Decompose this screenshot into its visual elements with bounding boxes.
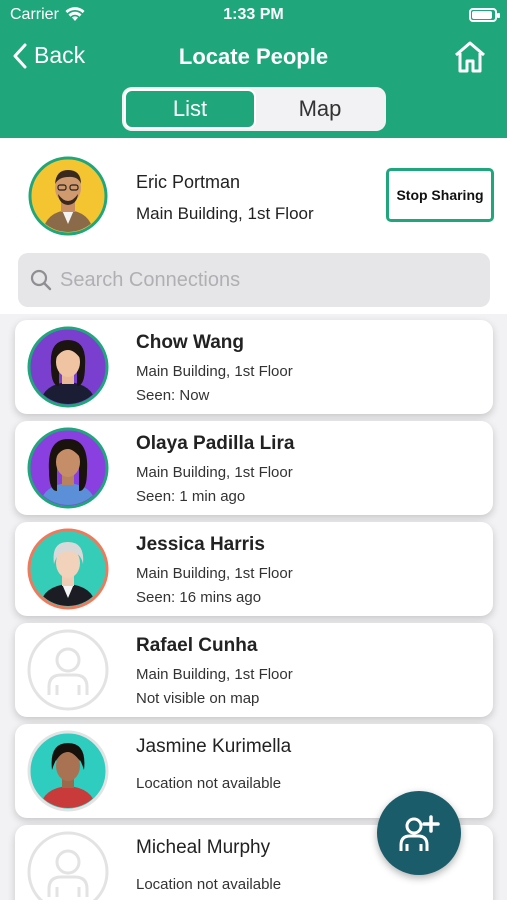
my-name: Eric Portman (136, 172, 241, 192)
search-input[interactable] (60, 268, 460, 292)
connection-name: Olaya Padilla Lira (136, 433, 295, 454)
connection-name: Chow Wang (136, 332, 244, 353)
connection-card[interactable]: Olaya Padilla Lira Main Building, 1st Fl… (15, 421, 493, 515)
status-bar: Carrier 1:33 PM (10, 4, 500, 28)
connection-location: Location not available (136, 775, 282, 792)
tab-list[interactable]: List (124, 89, 256, 129)
view-segmented-control: List Map (122, 87, 386, 131)
avatar (27, 730, 109, 812)
page-title: Locate People (178, 44, 329, 69)
home-icon (455, 41, 485, 73)
nav-bar: Back Locate People (0, 38, 507, 78)
avatar (27, 427, 109, 509)
placeholder-avatar-icon (27, 831, 109, 900)
add-person-icon (399, 815, 440, 851)
home-button[interactable] (453, 40, 487, 79)
battery-icon (469, 8, 500, 22)
tab-map[interactable]: Map (256, 89, 384, 129)
connection-seen: Seen: 16 mins ago (136, 589, 262, 606)
placeholder-avatar-icon (27, 629, 109, 711)
connection-name: Jessica Harris (136, 534, 265, 555)
add-connection-button[interactable] (377, 791, 461, 875)
connection-seen: Seen: 1 min ago (136, 488, 246, 505)
connection-name: Micheal Murphy (136, 837, 271, 858)
app-header: Carrier 1:33 PM Back Locate People List (0, 0, 507, 138)
search-icon (30, 269, 52, 291)
my-avatar[interactable] (28, 156, 108, 236)
carrier-label: Carrier (10, 6, 59, 23)
my-location: Main Building, 1st Floor (136, 204, 314, 223)
connection-card[interactable]: Chow Wang Main Building, 1st Floor Seen:… (15, 320, 493, 414)
my-location-panel: Eric Portman Main Building, 1st Floor St… (0, 138, 507, 314)
connection-card[interactable]: Rafael Cunha Main Building, 1st Floor No… (15, 623, 493, 717)
connection-seen: Not visible on map (136, 690, 260, 707)
connection-name: Jasmine Kurimella (136, 736, 292, 757)
search-bar[interactable] (18, 253, 490, 307)
connection-card[interactable]: Jessica Harris Main Building, 1st Floor … (15, 522, 493, 616)
status-time: 1:33 PM (223, 6, 284, 23)
avatar (27, 326, 109, 408)
connection-location: Main Building, 1st Floor (136, 666, 293, 683)
connection-location: Main Building, 1st Floor (136, 464, 293, 481)
connection-location: Main Building, 1st Floor (136, 363, 293, 380)
connection-location: Location not available (136, 876, 282, 893)
avatar (27, 528, 109, 610)
carrier: Carrier (10, 6, 85, 24)
connection-seen: Seen: Now (136, 387, 210, 404)
connection-name: Rafael Cunha (136, 635, 258, 656)
wifi-icon (65, 7, 85, 21)
stop-sharing-button[interactable]: Stop Sharing (386, 168, 494, 222)
connection-location: Main Building, 1st Floor (136, 565, 293, 582)
